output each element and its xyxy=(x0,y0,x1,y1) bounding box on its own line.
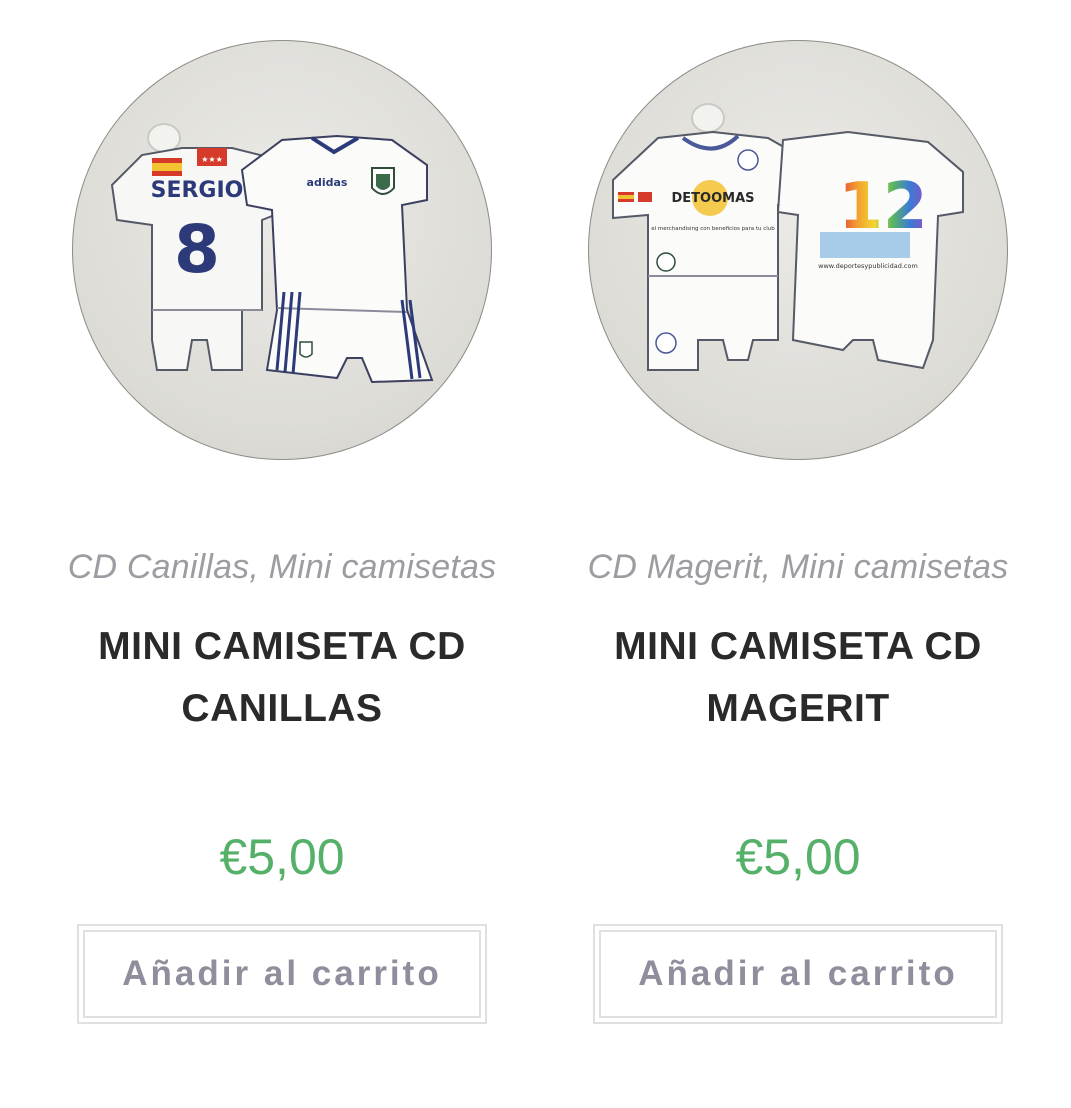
svg-text:★★★: ★★★ xyxy=(201,155,223,164)
product-grid: ★★★ SERGIO 8 adidas CD Canillas, Mini ca… xyxy=(0,0,1071,1108)
add-to-cart-button-frame[interactable]: Añadir al carrito xyxy=(599,930,997,1018)
add-to-cart-button[interactable]: Añadir al carrito xyxy=(77,924,487,1024)
product-title[interactable]: MINI CAMISETA CD CANILLAS xyxy=(52,616,512,740)
sponsor-text: DETOOMAS xyxy=(671,191,754,206)
product-categories[interactable]: CD Canillas, Mini camisetas xyxy=(32,548,532,587)
add-to-cart-label[interactable]: Añadir al carrito xyxy=(122,954,441,994)
mini-kit-illustration: ★★★ SERGIO 8 adidas xyxy=(110,123,434,384)
product-title-line[interactable]: MINI CAMISETA CD xyxy=(568,616,1028,678)
product-price: €5,00 xyxy=(219,829,345,885)
back-url-text: www.deportesypublicidad.com xyxy=(818,262,918,270)
mini-kit-illustration: DETOOMAS el merchandising con beneficios… xyxy=(612,103,964,371)
product-title-line[interactable]: MAGERIT xyxy=(568,678,1028,740)
product-card-magerit: DETOOMAS el merchandising con beneficios… xyxy=(548,0,1048,1108)
product-title[interactable]: MINI CAMISETA CD MAGERIT xyxy=(568,616,1028,740)
product-title-line[interactable]: MINI CAMISETA CD xyxy=(52,616,512,678)
add-to-cart-button-frame[interactable]: Añadir al carrito xyxy=(83,930,481,1018)
brand-text: adidas xyxy=(307,176,348,189)
product-categories[interactable]: CD Magerit, Mini camisetas xyxy=(548,548,1048,587)
sponsor-tagline-text: el merchandising con beneficios para tu … xyxy=(651,226,775,232)
product-title-line[interactable]: CANILLAS xyxy=(52,678,512,740)
product-image-magerit[interactable]: DETOOMAS el merchandising con beneficios… xyxy=(588,40,1008,460)
product-card-canillas: ★★★ SERGIO 8 adidas CD Canillas, Mini ca… xyxy=(32,0,532,1108)
add-to-cart-button[interactable]: Añadir al carrito xyxy=(593,924,1003,1024)
product-price: €5,00 xyxy=(735,829,861,885)
product-image-canillas[interactable]: ★★★ SERGIO 8 adidas xyxy=(72,40,492,460)
back-name-text: SERGIO xyxy=(151,178,244,203)
add-to-cart-label[interactable]: Añadir al carrito xyxy=(638,954,957,994)
back-number-text: 8 xyxy=(174,211,220,288)
